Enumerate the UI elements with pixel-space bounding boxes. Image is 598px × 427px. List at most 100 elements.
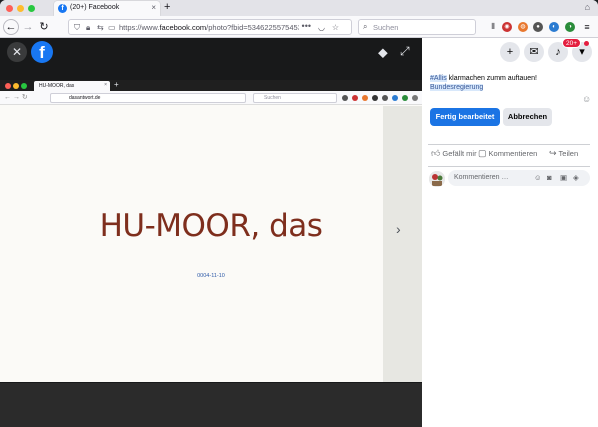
post-panel: + ✉ ♪ ▾ 20+ #Allis klarmachen zumm aufta… — [422, 38, 598, 427]
expand-icon[interactable]: ⤢ — [400, 44, 410, 59]
tag-icon[interactable]: ⬥ — [378, 44, 388, 61]
screenshot-minimize-dot — [13, 83, 19, 89]
url-text[interactable]: https://www.facebook.com/photo?fbid=5346… — [119, 23, 299, 32]
screenshot-back-icon: ← → ↻ — [4, 94, 28, 101]
next-arrow-icon[interactable]: › — [396, 221, 401, 237]
tab-title: (20+) Facebook — [70, 4, 120, 11]
screenshot-toolbar-icon — [362, 95, 368, 101]
like-button[interactable]: 👍︎ Gefällt mir — [431, 149, 477, 158]
comment-button[interactable]: ▢ Kommentieren — [478, 149, 537, 158]
like-icon: 👍︎ — [431, 148, 441, 158]
facebook-favicon-icon: f — [58, 4, 67, 13]
url-path: /photo?fbid=534622557545326... — [206, 23, 299, 32]
tab-close-icon[interactable]: × — [151, 3, 156, 12]
screenshot-toolbar-icon — [352, 95, 358, 101]
save-button[interactable]: Fertig bearbeitet — [430, 108, 500, 126]
screenshot-search-placeholder: Suchen — [264, 95, 281, 101]
screenshot-tab-bar: HU-MOOR, das × + — [0, 80, 422, 91]
page-actions-icon[interactable]: ••• — [302, 21, 311, 31]
new-tab-button[interactable]: + — [164, 1, 170, 13]
adblock-icon[interactable]: ◉ — [502, 22, 512, 32]
screenshot-sidebar — [383, 106, 422, 382]
comment-input[interactable]: Kommentieren … ☺ ◙ ▣ ◈ — [448, 170, 590, 186]
screenshot-url-bar: dasantwort.de — [50, 93, 246, 103]
url-domain: facebook.com — [159, 23, 207, 32]
screenshot-toolbar-icon — [382, 95, 388, 101]
zoom-window-button[interactable] — [28, 5, 35, 12]
reload-button[interactable]: ↻ — [36, 19, 52, 35]
search-icon: ⌕ — [363, 22, 368, 31]
back-button[interactable]: ← — [3, 19, 19, 35]
pocket-icon[interactable]: ◡ — [318, 23, 325, 32]
url-bar[interactable]: ⛉ 🔒︎ ⇆ ▭ https://www.facebook.com/photo?… — [68, 19, 352, 35]
avatar[interactable] — [429, 171, 445, 187]
screenshot-toolbar-icon — [412, 95, 418, 101]
extension-icon[interactable]: ● — [533, 22, 543, 32]
home-icon[interactable]: ⌂ — [585, 2, 590, 12]
divider — [428, 166, 590, 167]
comment-placeholder: Kommentieren … — [454, 174, 509, 181]
caption-editor[interactable]: #Allis klarmachen zumm auftauen! Bundesre… — [430, 74, 590, 92]
close-icon[interactable]: ✕ — [7, 42, 27, 62]
browser-window: f (20+) Facebook × + ⌂ ← → ↻ ⛉ 🔒︎ ⇆ ▭ ht… — [0, 0, 598, 427]
extension-icon[interactable]: ◐ — [549, 22, 559, 32]
screenshot-zoom-dot — [21, 83, 27, 89]
tab-bar: f (20+) Facebook × + ⌂ — [0, 0, 598, 16]
photo-image: HU-MOOR, das × + ← → ↻ dasantwort.de Suc… — [0, 80, 422, 382]
screenshot-newtab-icon: + — [114, 80, 119, 89]
bookmark-star-icon[interactable]: ☆ — [332, 23, 339, 32]
search-placeholder: Suchen — [373, 23, 399, 32]
facebook-logo-icon[interactable]: f — [31, 41, 53, 63]
share-button[interactable]: ↪ Teilen — [549, 149, 578, 158]
camera-icon[interactable]: ◙ — [547, 173, 552, 182]
search-bar[interactable]: ⌕ Suchen — [358, 19, 476, 35]
caption-text: klarmachen zumm auftauen! — [446, 75, 537, 82]
screenshot-heading: HU-MOOR, das — [99, 208, 323, 244]
screenshot-tab: HU-MOOR, das × — [34, 81, 110, 91]
gif-icon[interactable]: ▣ — [560, 173, 567, 182]
mention[interactable]: Bundesregierung — [430, 84, 484, 91]
screenshot-date: 0004-11-10 — [197, 273, 225, 279]
share-label: Teilen — [558, 149, 579, 158]
screenshot-tab-close-icon: × — [104, 82, 107, 88]
hashtag[interactable]: #Allis — [430, 75, 447, 82]
emoji-icon[interactable]: ☺ — [582, 94, 591, 104]
avatar-image — [429, 171, 445, 187]
notifications-badge: 20+ — [562, 38, 582, 48]
share-icon: ↪ — [549, 148, 557, 158]
screenshot-toolbar-icon — [372, 95, 378, 101]
library-icon[interactable]: ⫴ — [488, 22, 498, 32]
navigation-bar: ← → ↻ ⛉ 🔒︎ ⇆ ▭ https://www.facebook.com/… — [0, 16, 598, 38]
chat-icon[interactable]: ▭ — [108, 23, 116, 32]
forward-button[interactable]: → — [20, 19, 36, 35]
comment-label: Kommentieren — [488, 149, 538, 158]
close-window-button[interactable] — [6, 5, 13, 12]
extension-icon[interactable]: ◍ — [518, 22, 528, 32]
menu-icon[interactable]: ≡ — [582, 22, 592, 32]
extension-icon[interactable]: ◑ — [565, 22, 575, 32]
messenger-icon[interactable]: ✉ — [524, 42, 544, 62]
plus-icon[interactable]: + — [500, 42, 520, 62]
permissions-icon[interactable]: ⇆ — [97, 23, 104, 32]
screenshot-url: dasantwort.de — [69, 95, 101, 101]
shield-icon[interactable]: ⛉ — [74, 23, 80, 33]
screenshot-toolbar-icon — [392, 95, 398, 101]
screenshot-close-dot — [5, 83, 11, 89]
cancel-button[interactable]: Abbrechen — [503, 108, 552, 126]
screenshot-toolbar-icon — [402, 95, 408, 101]
lock-icon[interactable]: 🔒︎ — [86, 23, 90, 33]
account-alert-dot — [584, 41, 589, 46]
url-prefix: https://www. — [119, 23, 160, 32]
screenshot-navbar: ← → ↻ dasantwort.de Suchen — [0, 91, 422, 105]
screenshot-search-bar: Suchen — [253, 93, 337, 103]
sticker-icon[interactable]: ◈ — [573, 173, 579, 182]
emoji-icon[interactable]: ☺ — [534, 173, 542, 182]
like-label: Gefällt mir — [442, 149, 477, 158]
minimize-window-button[interactable] — [17, 5, 24, 12]
screenshot-tab-title: HU-MOOR, das — [39, 83, 75, 89]
viewer-bottom-area — [0, 383, 422, 427]
comment-icon: ▢ — [478, 148, 487, 158]
divider — [428, 144, 590, 145]
browser-tab-facebook[interactable]: f (20+) Facebook × — [54, 1, 160, 16]
screenshot-toolbar-icon — [342, 95, 348, 101]
